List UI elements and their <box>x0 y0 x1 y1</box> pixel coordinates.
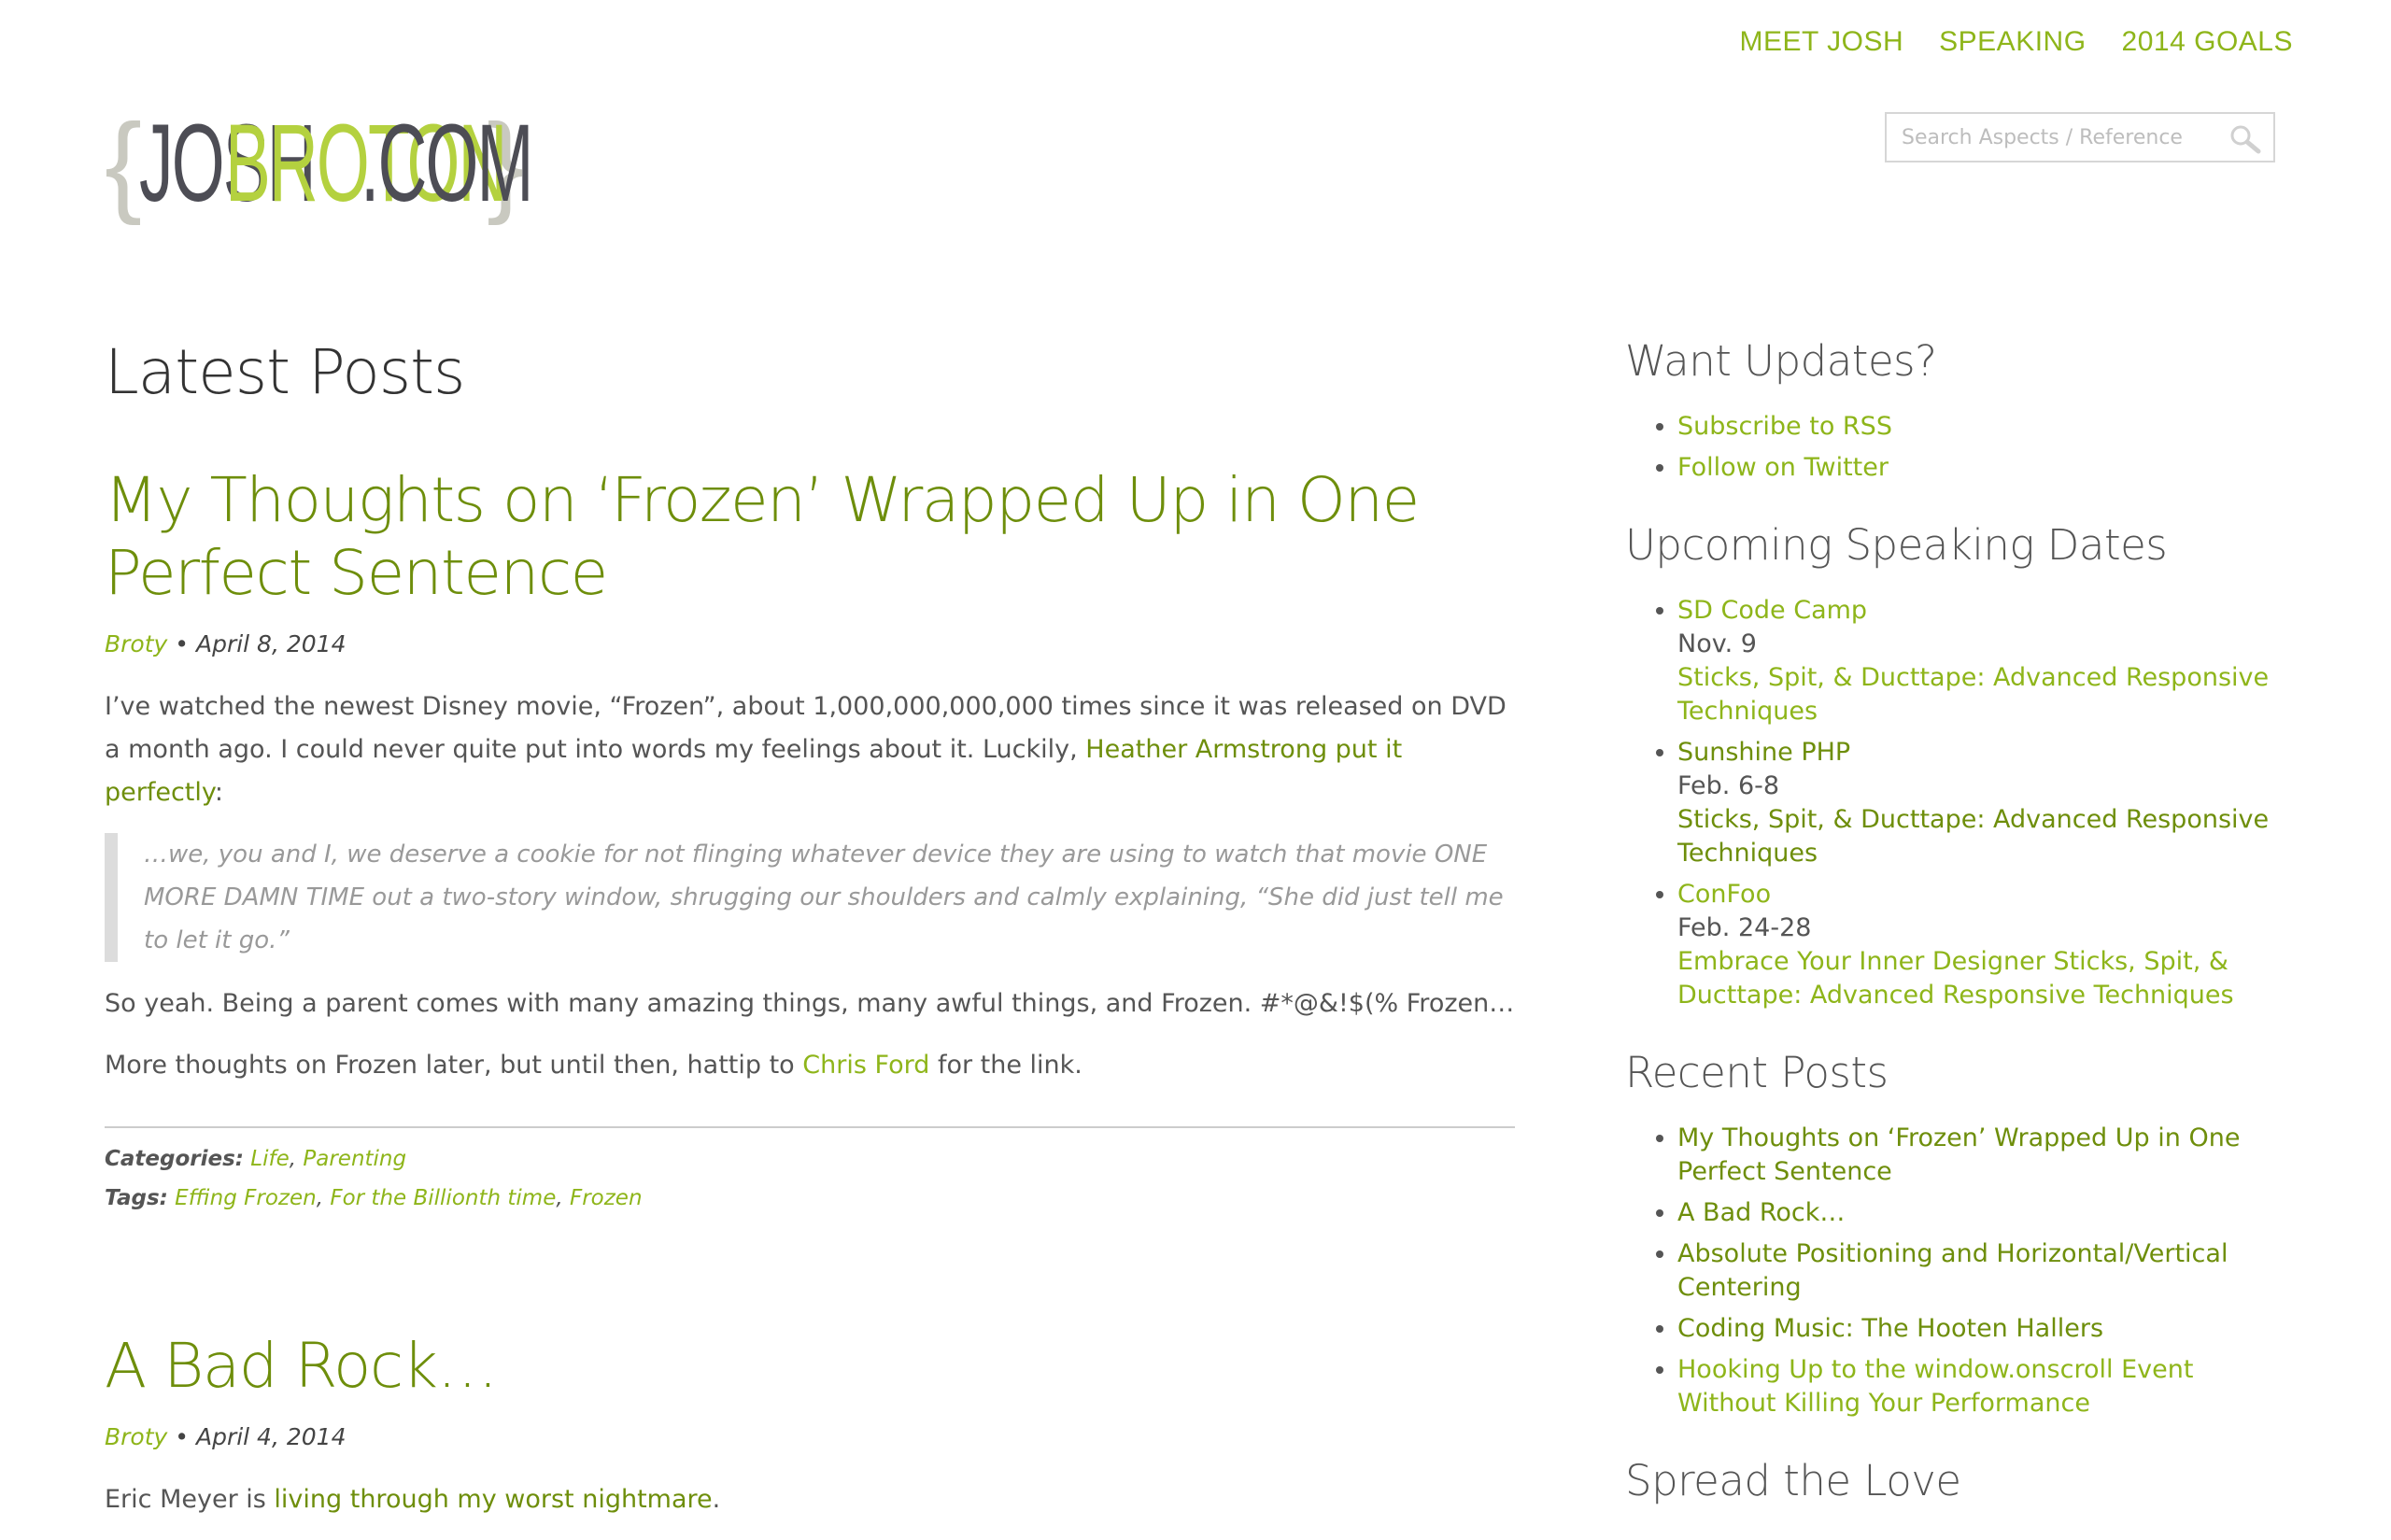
event-date: Feb. 24-28 <box>1677 913 1812 942</box>
list-item: Subscribe to RSS <box>1677 410 2298 444</box>
list-item: A Bad Rock… <box>1677 1196 2298 1230</box>
talk-link[interactable]: Sticks, Spit, & Ducttape: Advanced Respo… <box>1677 663 2269 726</box>
post-categories: Categories: Life, Parenting <box>105 1139 1515 1179</box>
follow-twitter-link[interactable]: Follow on Twitter <box>1677 453 1889 482</box>
post-tags: Tags: Effing Frozen, For the Billionth t… <box>105 1179 1515 1218</box>
sidebar: Want Updates? Subscribe to RSS Follow on… <box>1625 336 2298 1530</box>
separator: , <box>289 1147 304 1171</box>
list-item: Coding Music: The Hooten Hallers <box>1677 1312 2298 1346</box>
event-link[interactable]: SD Code Camp <box>1677 596 1867 625</box>
post-frozen: My Thoughts on ‘Frozen’ Wrapped Up in On… <box>105 464 1515 1218</box>
post-meta: Broty • April 8, 2014 <box>105 630 1515 657</box>
site-logo[interactable]: { JOSH BROTON .COM } <box>105 101 534 226</box>
post-title-link[interactable]: My Thoughts on ‘Frozen’ Wrapped Up in On… <box>105 464 1420 609</box>
tag-link[interactable]: Frozen <box>570 1186 643 1210</box>
recent-posts-list: My Thoughts on ‘Frozen’ Wrapped Up in On… <box>1625 1122 2298 1420</box>
chris-ford-link[interactable]: Chris Ford <box>802 1051 929 1080</box>
paragraph-text: . <box>712 1485 721 1514</box>
category-link[interactable]: Life <box>250 1147 289 1171</box>
widget-title: Want Updates? <box>1625 336 1937 386</box>
recent-post-link[interactable]: Coding Music: The Hooten Hallers <box>1677 1314 2103 1343</box>
talk-link[interactable]: Embrace Your Inner Designer Sticks, Spit… <box>1677 947 2234 1010</box>
post-blockquote: …we, you and I, we deserve a cookie for … <box>105 833 1515 962</box>
paragraph-text: for the link. <box>929 1051 1082 1080</box>
search-box <box>1885 112 2275 162</box>
post-paragraph: I’ve watched the newest Disney movie, “F… <box>105 685 1515 814</box>
post-body: I’ve watched the newest Disney movie, “F… <box>105 685 1515 1087</box>
subscribe-rss-link[interactable]: Subscribe to RSS <box>1677 412 1892 441</box>
search-input[interactable] <box>1887 114 2228 161</box>
post-title: My Thoughts on ‘Frozen’ Wrapped Up in On… <box>105 464 1515 610</box>
main-content: Latest Posts My Thoughts on ‘Frozen’ Wra… <box>105 336 1515 1540</box>
widget-spread-love: Spread the Love <box>1625 1456 2298 1505</box>
widget-recent-posts: Recent Posts My Thoughts on ‘Frozen’ Wra… <box>1625 1048 2298 1420</box>
nav-2014-goals[interactable]: 2014 GOALS <box>2122 26 2293 58</box>
post-meta: Broty • April 4, 2014 <box>105 1423 1515 1450</box>
widget-title: Upcoming Speaking Dates <box>1625 520 2168 570</box>
page-title: Latest Posts <box>105 336 465 408</box>
list-item: My Thoughts on ‘Frozen’ Wrapped Up in On… <box>1677 1122 2298 1189</box>
updates-list: Subscribe to RSS Follow on Twitter <box>1625 410 2298 485</box>
logo-part-com: .COM <box>361 102 533 225</box>
recent-post-link[interactable]: A Bad Rock… <box>1677 1198 1845 1227</box>
post-paragraph: More thoughts on Frozen later, but until… <box>105 1044 1515 1087</box>
event-link[interactable]: Sunshine PHP <box>1677 738 1850 767</box>
speaking-item: ConFoo Feb. 24-28 Embrace Your Inner Des… <box>1677 878 2298 1012</box>
list-item: Absolute Positioning and Horizontal/Vert… <box>1677 1237 2298 1305</box>
post-date: • April 8, 2014 <box>175 630 347 657</box>
list-item: Hooking Up to the window.onscroll Event … <box>1677 1353 2298 1420</box>
post-bad-rock: A Bad Rock… Broty • April 4, 2014 Eric M… <box>105 1330 1515 1521</box>
post-title: A Bad Rock… <box>105 1330 1515 1403</box>
post-author-link[interactable]: Broty <box>105 630 167 657</box>
post-paragraph: So yeah. Being a parent comes with many … <box>105 989 1515 1018</box>
post-date: • April 4, 2014 <box>175 1423 347 1450</box>
widget-title: Spread the Love <box>1625 1456 1961 1505</box>
speaking-item: Sunshine PHP Feb. 6-8 Sticks, Spit, & Du… <box>1677 736 2298 870</box>
top-nav: MEET JOSH SPEAKING 2014 GOALS <box>1740 26 2293 58</box>
logo-part-broton: BROTON <box>225 102 507 225</box>
recent-post-link[interactable]: My Thoughts on ‘Frozen’ Wrapped Up in On… <box>1677 1123 2240 1186</box>
event-link[interactable]: ConFoo <box>1677 880 1771 909</box>
nav-meet-josh[interactable]: MEET JOSH <box>1740 26 1904 58</box>
talk-link[interactable]: Sticks, Spit, & Ducttape: Advanced Respo… <box>1677 805 2269 868</box>
widget-title: Recent Posts <box>1625 1048 1889 1097</box>
post-paragraph: Eric Meyer is living through my worst ni… <box>105 1478 1515 1521</box>
blockquote-text: …we, you and I, we deserve a cookie for … <box>144 841 1504 954</box>
tag-link[interactable]: For the Billionth time <box>330 1186 556 1210</box>
tags-label: Tags: <box>105 1186 168 1210</box>
speaking-list: SD Code Camp Nov. 9 Sticks, Spit, & Duct… <box>1625 594 2298 1012</box>
post-footer: Categories: Life, Parenting Tags: Effing… <box>105 1126 1515 1218</box>
categories-label: Categories: <box>105 1147 244 1171</box>
post-body: Eric Meyer is living through my worst ni… <box>105 1478 1515 1521</box>
worst-nightmare-link[interactable]: living through my worst nightmare <box>274 1485 712 1514</box>
widget-speaking: Upcoming Speaking Dates SD Code Camp Nov… <box>1625 520 2298 1012</box>
tag-link[interactable]: Effing Frozen <box>175 1186 317 1210</box>
widget-updates: Want Updates? Subscribe to RSS Follow on… <box>1625 336 2298 485</box>
logo-wordmark: JOSH BROTON .COM <box>139 102 533 225</box>
event-date: Nov. 9 <box>1677 629 1757 658</box>
list-item: Follow on Twitter <box>1677 451 2298 485</box>
post-title-link[interactable]: A Bad Rock… <box>105 1330 498 1402</box>
speaking-item: SD Code Camp Nov. 9 Sticks, Spit, & Duct… <box>1677 594 2298 728</box>
paragraph-text: More thoughts on Frozen later, but until… <box>105 1051 803 1080</box>
logo-part-josh: JOSH <box>139 102 317 225</box>
separator: , <box>316 1186 331 1210</box>
paragraph-text: : <box>214 778 224 807</box>
recent-post-link[interactable]: Hooking Up to the window.onscroll Event … <box>1677 1355 2193 1418</box>
post-author-link[interactable]: Broty <box>105 1423 167 1450</box>
category-link[interactable]: Parenting <box>303 1147 406 1171</box>
nav-speaking[interactable]: SPEAKING <box>1939 26 2086 58</box>
logo-brace-open: { <box>105 101 142 226</box>
paragraph-text: Eric Meyer is <box>105 1485 275 1514</box>
event-date: Feb. 6-8 <box>1677 771 1780 800</box>
search-icon[interactable] <box>2228 124 2262 154</box>
recent-post-link[interactable]: Absolute Positioning and Horizontal/Vert… <box>1677 1239 2228 1302</box>
separator: , <box>556 1186 570 1210</box>
